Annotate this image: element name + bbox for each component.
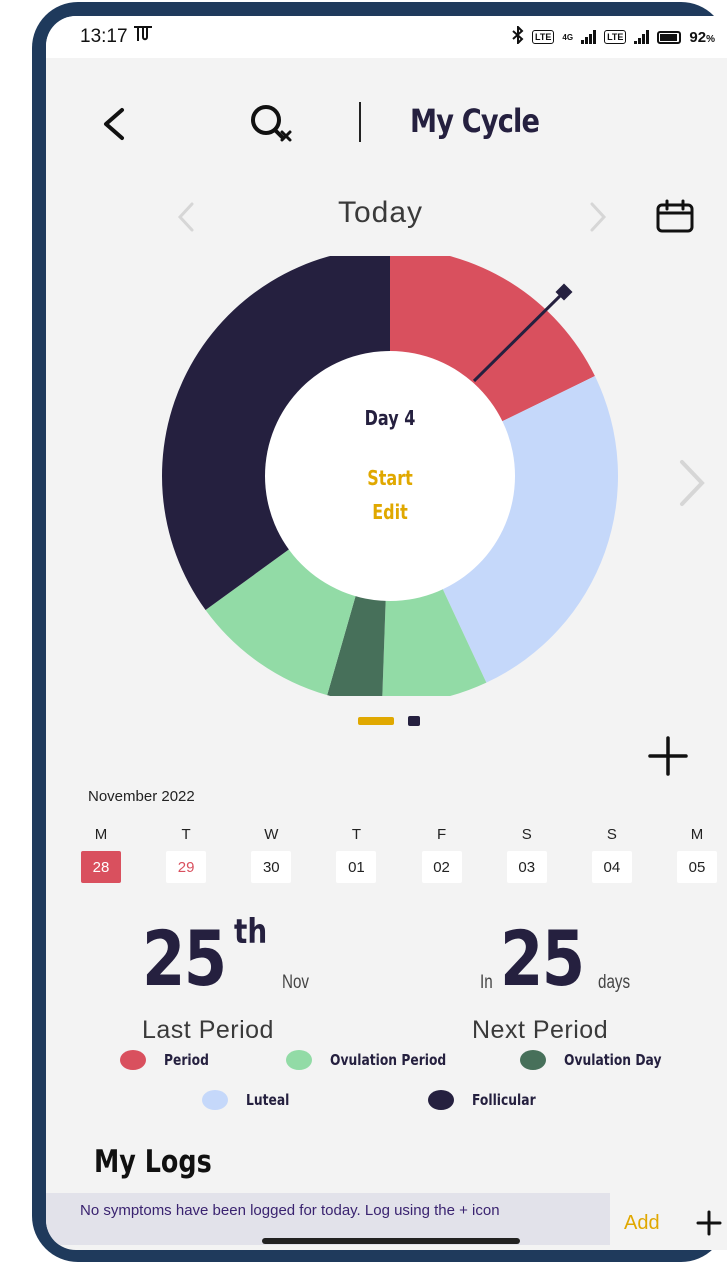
- day-number[interactable]: 29: [166, 851, 207, 883]
- last-period-day: 25: [142, 914, 227, 1003]
- notification-icon: [132, 25, 154, 49]
- chevron-left-icon: [104, 108, 124, 140]
- next-period-suffix: days: [598, 972, 631, 993]
- day-number[interactable]: 05: [676, 851, 717, 883]
- weekday-label: M: [690, 826, 704, 843]
- day-number[interactable]: 04: [591, 851, 632, 883]
- day-number[interactable]: 03: [506, 851, 547, 883]
- plus-icon: [696, 1210, 722, 1236]
- chevron-right-icon: [680, 460, 705, 506]
- search-button[interactable]: [246, 102, 300, 148]
- day-number[interactable]: 30: [251, 851, 292, 883]
- calendar-day[interactable]: S 03: [500, 826, 554, 883]
- plus-icon: [648, 736, 688, 776]
- week-strip: M 28 T 29 W 30 T 01 F 02 S 03 S 04 M 05: [74, 826, 724, 883]
- weekday-label: W: [264, 826, 279, 843]
- add-entry-button[interactable]: [646, 734, 690, 778]
- battery-icon: [657, 30, 682, 44]
- weekday-label: M: [94, 826, 108, 843]
- next-day-button[interactable]: [586, 200, 610, 234]
- chart-next-button[interactable]: [676, 456, 708, 510]
- page-dot-active[interactable]: [358, 717, 394, 725]
- app-header: My Cycle: [46, 96, 727, 156]
- page-indicator: [358, 716, 420, 726]
- weekday-label: S: [606, 826, 617, 843]
- add-log-link[interactable]: Add: [624, 1212, 660, 1235]
- network-type: 4G: [562, 32, 574, 42]
- calendar-month-label: November 2022: [88, 788, 195, 805]
- legend-luteal: Luteal: [202, 1090, 299, 1110]
- legend-follicular: Follicular: [428, 1090, 550, 1110]
- previous-day-button[interactable]: [174, 200, 198, 234]
- chevron-right-icon: [590, 202, 607, 232]
- header-divider: [359, 102, 361, 142]
- legend-swatch: [120, 1050, 146, 1070]
- status-bar: 13:17 LTE 4G LTE 92%: [46, 16, 727, 58]
- signal-strength-icon: [581, 30, 597, 44]
- status-time: 13:17: [80, 26, 128, 47]
- legend-swatch: [428, 1090, 454, 1110]
- app-screen: 13:17 LTE 4G LTE 92% My Cycle Today Day …: [46, 16, 727, 1250]
- legend-swatch: [520, 1050, 546, 1070]
- last-period-caption: Last Period: [142, 1016, 274, 1044]
- search-clear-icon: [251, 105, 292, 142]
- last-period-month: Nov: [282, 972, 310, 993]
- volte-icon: LTE: [532, 30, 555, 44]
- day-number[interactable]: 02: [421, 851, 462, 883]
- volte-icon-2: LTE: [604, 30, 627, 44]
- date-navigator: Today: [46, 194, 727, 244]
- current-date-label: Today: [338, 196, 424, 229]
- battery-percent: 92%: [689, 28, 715, 46]
- calendar-day[interactable]: T 29: [159, 826, 213, 883]
- calendar-day[interactable]: F 02: [415, 826, 469, 883]
- back-button[interactable]: [96, 104, 132, 144]
- bluetooth-icon: [512, 24, 524, 48]
- page-dot[interactable]: [408, 716, 420, 726]
- start-period-link[interactable]: Start: [310, 466, 470, 490]
- day-number[interactable]: 28: [81, 851, 121, 883]
- weekday-label: S: [521, 826, 532, 843]
- calendar-day[interactable]: M 05: [670, 826, 724, 883]
- signal-strength-icon-2: [634, 30, 650, 44]
- home-indicator: [262, 1238, 520, 1244]
- day-number[interactable]: 01: [336, 851, 377, 883]
- legend-ovulation-period: Ovulation Period: [286, 1050, 472, 1070]
- weekday-label: T: [351, 826, 361, 843]
- weekday-label: F: [436, 826, 447, 843]
- cycle-day-label: Day 4: [364, 406, 416, 430]
- next-period-days: 25: [500, 914, 585, 1003]
- edit-period-link[interactable]: Edit: [310, 500, 470, 524]
- next-period-caption: Next Period: [472, 1016, 609, 1044]
- calendar-day[interactable]: M 28: [74, 826, 128, 883]
- calendar-day[interactable]: T 01: [329, 826, 383, 883]
- my-logs-heading: My Logs: [94, 1144, 212, 1180]
- last-period-suffix: th: [234, 912, 268, 952]
- calendar-day[interactable]: S 04: [585, 826, 639, 883]
- chevron-left-icon: [177, 202, 194, 232]
- next-period-prefix: In: [480, 972, 493, 993]
- calendar-day[interactable]: W 30: [244, 826, 298, 883]
- calendar-button[interactable]: [654, 198, 696, 234]
- weekday-label: T: [181, 826, 191, 843]
- legend-swatch: [286, 1050, 312, 1070]
- calendar-icon: [656, 199, 694, 233]
- add-log-button[interactable]: [696, 1210, 722, 1236]
- page-title: My Cycle: [410, 102, 540, 140]
- legend-period: Period: [120, 1050, 219, 1070]
- legend-ovulation-day: Ovulation Day: [520, 1050, 683, 1070]
- legend-swatch: [202, 1090, 228, 1110]
